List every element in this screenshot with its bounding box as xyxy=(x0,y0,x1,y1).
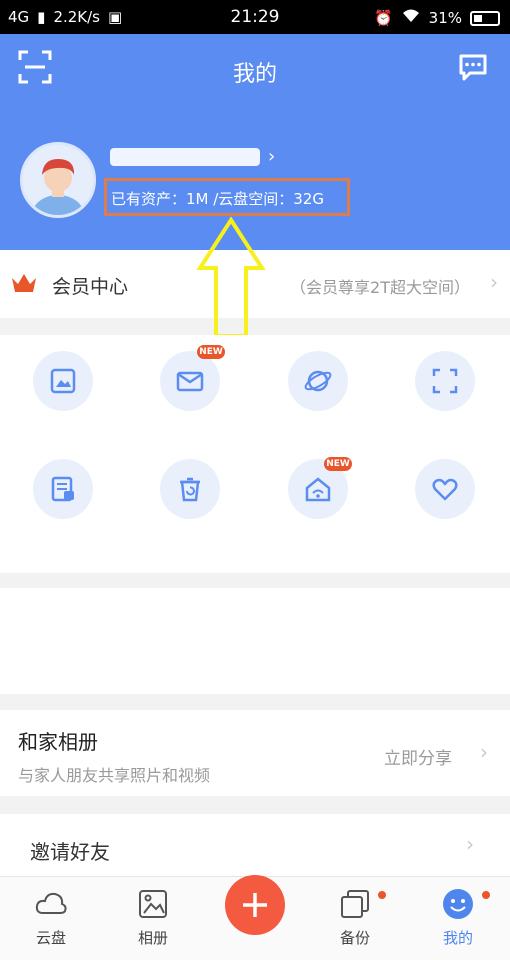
invite-friends-row[interactable]: 邀请好友 › xyxy=(0,814,510,876)
plus-icon xyxy=(243,893,267,917)
nav-label: 备份 xyxy=(339,929,370,947)
notes-icon xyxy=(51,476,74,502)
chevron-right-icon[interactable]: › xyxy=(268,146,275,167)
mail-icon xyxy=(176,371,204,392)
username-obscured[interactable] xyxy=(110,148,260,166)
nav-album[interactable]: 相册 xyxy=(118,887,188,948)
family-album-row[interactable]: 和家相册 与家人朋友共享照片和视频 立即分享 › xyxy=(0,710,510,796)
photo-icon xyxy=(50,368,76,394)
tool-planet[interactable] xyxy=(288,351,348,411)
new-badge: NEW xyxy=(324,457,352,471)
heart-icon xyxy=(432,478,458,501)
battery-percent: 31% xyxy=(428,9,462,27)
nav-label: 云盘 xyxy=(35,929,66,947)
screen: 4G ▮ 2.2K/s ▣ 21:29 ⏰ 31% 我的 › 已有资产：1M /… xyxy=(0,0,510,960)
smile-face-icon xyxy=(443,889,473,919)
avatar[interactable] xyxy=(20,142,96,218)
add-button[interactable] xyxy=(225,875,285,935)
member-center-subtitle: （会员尊享2T超大空间） xyxy=(290,278,470,297)
album-icon xyxy=(139,890,167,918)
bottom-nav: 云盘 相册 备份 我的 xyxy=(0,875,510,960)
battery-icon xyxy=(470,10,500,26)
alarm-icon: ⏰ xyxy=(373,9,393,27)
chevron-right-icon: › xyxy=(490,270,498,294)
nav-cloud-disk[interactable]: 云盘 xyxy=(16,887,86,948)
blank-banner xyxy=(0,588,510,694)
nav-label: 我的 xyxy=(442,929,473,947)
notification-dot xyxy=(378,891,386,899)
chevron-right-icon: › xyxy=(466,832,474,856)
tool-recycle-bin[interactable] xyxy=(160,459,220,519)
tool-photo-album[interactable] xyxy=(33,351,93,411)
share-now-link[interactable]: 立即分享 xyxy=(384,744,452,769)
tools-grid: NEW NEW xyxy=(0,335,510,573)
backup-icon xyxy=(341,890,369,918)
album-title: 和家相册 xyxy=(18,730,98,754)
wifi-icon xyxy=(401,8,421,28)
crown-icon xyxy=(12,274,36,292)
album-subtitle: 与家人朋友共享照片和视频 xyxy=(18,766,211,785)
chevron-right-icon: › xyxy=(480,740,488,764)
tool-scan-document[interactable] xyxy=(415,351,475,411)
tool-notes[interactable] xyxy=(33,459,93,519)
page-title: 我的 xyxy=(232,62,277,87)
annotation-arrow xyxy=(196,216,266,338)
invite-title: 邀请好友 xyxy=(30,840,110,864)
nav-label: 相册 xyxy=(137,929,168,947)
member-center-title: 会员中心 xyxy=(52,276,129,298)
scan-frame-icon xyxy=(432,368,458,394)
notification-dot xyxy=(482,891,490,899)
new-badge: NEW xyxy=(197,345,225,359)
recycle-bin-icon xyxy=(180,477,200,502)
tool-mail-139[interactable] xyxy=(160,351,220,411)
cloud-icon xyxy=(35,892,67,914)
home-icon xyxy=(305,477,331,502)
message-icon[interactable] xyxy=(458,52,488,82)
tool-favorites[interactable] xyxy=(415,459,475,519)
status-bar: 4G ▮ 2.2K/s ▣ 21:29 ⏰ 31% xyxy=(0,0,510,34)
assets-summary[interactable]: 已有资产：1M /云盘空间：32G xyxy=(104,178,350,216)
planet-icon xyxy=(304,370,332,392)
